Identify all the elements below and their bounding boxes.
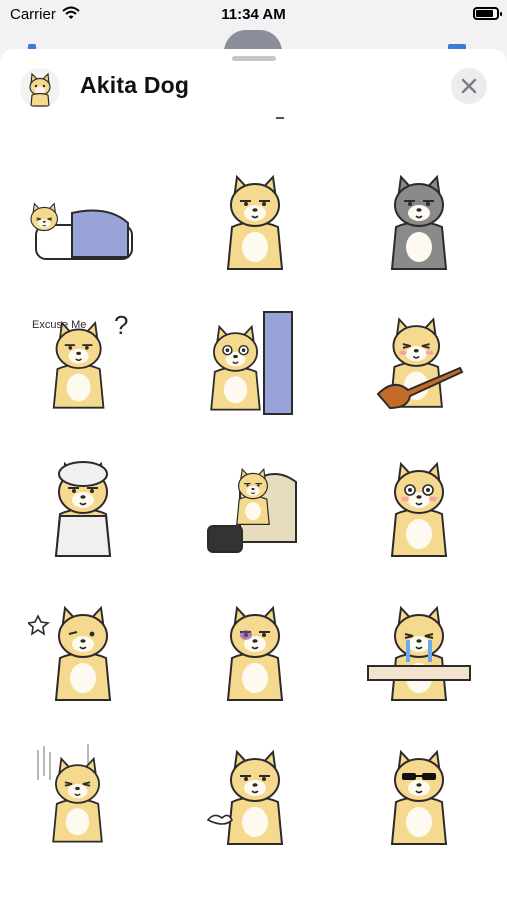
sticker-playing-guitar[interactable] bbox=[364, 308, 474, 418]
sticker-art bbox=[390, 174, 448, 270]
app-title: Akita Dog bbox=[80, 72, 190, 98]
close-button[interactable] bbox=[451, 68, 487, 104]
sticker-shocked-cover-mouth[interactable] bbox=[364, 452, 474, 562]
status-bar: Carrier 11:34 AM bbox=[0, 0, 507, 30]
sticker-gray-shadowed[interactable] bbox=[364, 165, 474, 275]
sticker-art bbox=[390, 461, 448, 557]
sticker-art bbox=[206, 749, 284, 845]
sticker-art bbox=[376, 317, 464, 410]
sticker-crying-desk[interactable] bbox=[364, 596, 474, 706]
sticker-bruised-eye[interactable] bbox=[200, 596, 310, 706]
sticker-sleeping-in-bed[interactable] bbox=[28, 165, 138, 275]
divider-fragment bbox=[276, 117, 284, 119]
sticker-art bbox=[37, 744, 103, 843]
sticker-art bbox=[30, 202, 133, 260]
sticker-sighing[interactable] bbox=[200, 740, 310, 850]
sticker-art bbox=[26, 605, 112, 701]
sheet-grabber[interactable] bbox=[232, 56, 276, 61]
battery-icon bbox=[473, 7, 502, 20]
close-icon bbox=[461, 78, 477, 94]
sticker-peeking-door[interactable] bbox=[200, 308, 310, 418]
sticker-winking[interactable] bbox=[26, 596, 138, 706]
sticker-art bbox=[226, 174, 284, 270]
battery-fill bbox=[476, 10, 493, 17]
sticker-art bbox=[207, 467, 297, 553]
sticker-sunglasses-cool[interactable] bbox=[364, 740, 474, 850]
sticker-armchair-tv[interactable] bbox=[200, 452, 310, 562]
sticker-rain-sad[interactable] bbox=[28, 740, 138, 850]
sticker-art bbox=[210, 311, 293, 415]
sticker-art bbox=[390, 749, 448, 845]
sticker-neutral-stare[interactable] bbox=[200, 165, 310, 275]
sticker-art bbox=[54, 461, 112, 557]
sticker-art: Excuse Me? bbox=[32, 310, 128, 409]
svg-text:?: ? bbox=[114, 310, 128, 340]
sticker-excuse-me[interactable]: Excuse Me? bbox=[28, 308, 138, 418]
akita-app-icon bbox=[20, 68, 60, 108]
clock: 11:34 AM bbox=[221, 6, 286, 23]
sticker-art bbox=[367, 605, 471, 701]
sticker-towel-bathrobe[interactable] bbox=[28, 452, 138, 562]
sticker-art bbox=[226, 605, 284, 701]
